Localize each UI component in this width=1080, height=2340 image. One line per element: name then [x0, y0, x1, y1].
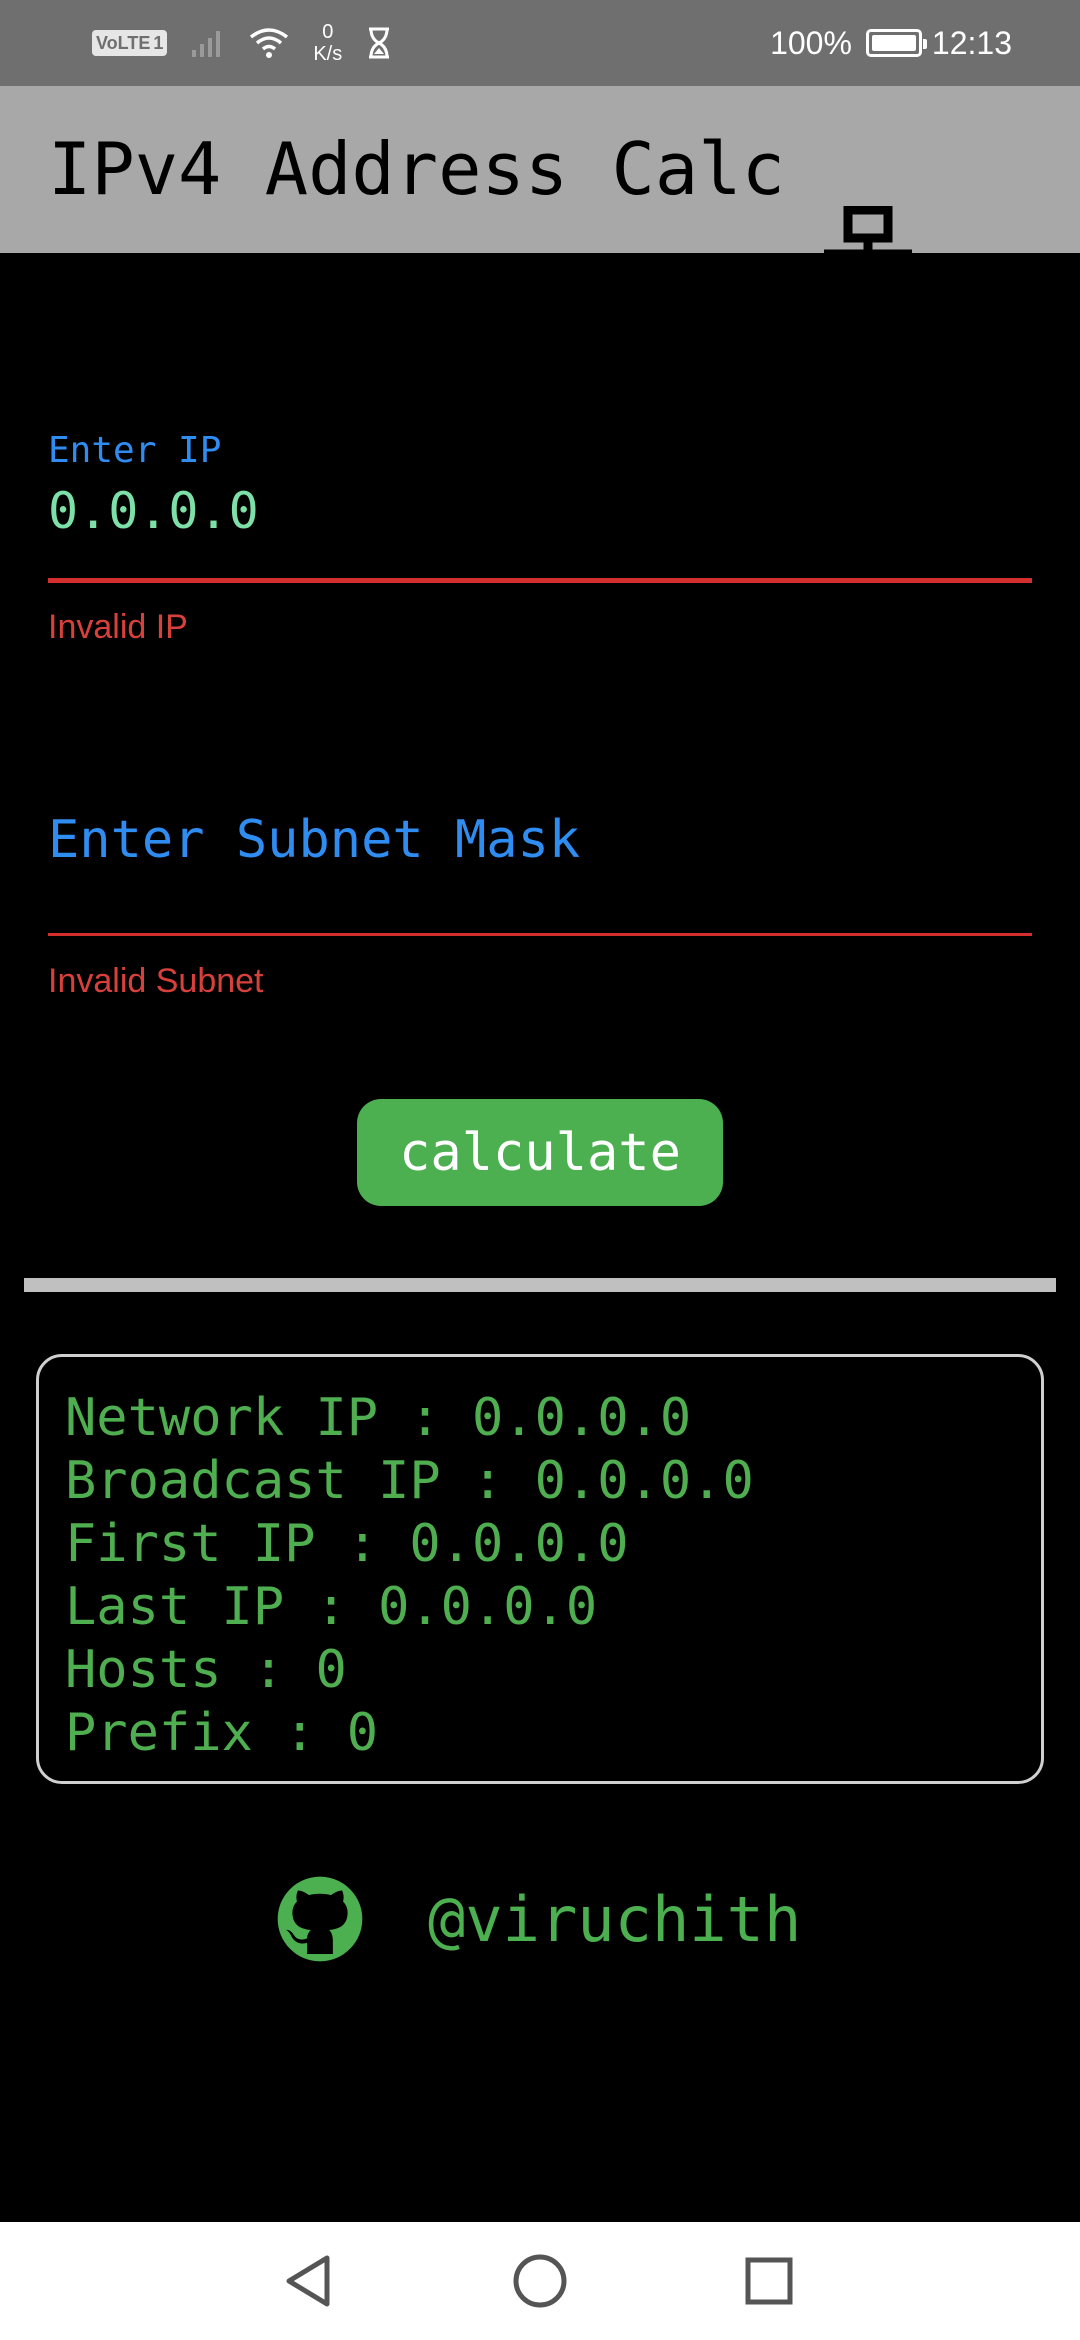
net-speed: 0 K/s — [313, 21, 342, 65]
github-link[interactable]: @viruchith — [274, 1873, 801, 1965]
nav-back-button[interactable] — [248, 2222, 368, 2340]
network-icon — [810, 206, 926, 299]
ip-input[interactable]: 0.0.0.0 — [48, 482, 259, 540]
subnet-field[interactable]: Enter Subnet Mask Invalid Subnet — [48, 800, 1032, 1010]
battery-icon — [865, 29, 927, 57]
nav-recents-button[interactable] — [709, 2222, 829, 2340]
volte-label: VoLTE — [96, 33, 151, 53]
result-hosts: Hosts : 0 — [65, 1640, 347, 1700]
ip-field[interactable]: Enter IP 0.0.0.0 Invalid IP — [48, 420, 1032, 650]
signal-icon — [192, 31, 221, 57]
calculate-button[interactable]: calculate — [357, 1099, 723, 1206]
app-bar: IPv4 Address Calc — [0, 86, 1080, 299]
status-right: 100% 12:13 — [770, 0, 1012, 86]
app-screen: VoLTE 1 0 K/s 100% 12:13 IPv4 Address Ca… — [0, 0, 1080, 2340]
github-icon[interactable] — [274, 1873, 366, 1965]
clock: 12:13 — [931, 24, 1012, 61]
result-prefix: Prefix : 0 — [65, 1703, 379, 1763]
battery-fill — [871, 35, 916, 51]
result-first-ip: First IP : 0.0.0.0 — [65, 1514, 629, 1574]
result-last-ip: Last IP : 0.0.0.0 — [65, 1577, 598, 1637]
result-network-ip: Network IP : 0.0.0.0 — [65, 1388, 692, 1448]
battery-percent: 100% — [770, 24, 852, 61]
result-broadcast-ip: Broadcast IP : 0.0.0.0 — [65, 1451, 754, 1511]
volte-badge: VoLTE 1 — [92, 30, 168, 56]
hourglass-icon — [369, 27, 390, 59]
subnet-input[interactable]: Enter Subnet Mask — [48, 810, 580, 870]
home-circle-icon — [513, 2254, 567, 2308]
ip-field-underline — [48, 578, 1032, 583]
system-nav-bar — [0, 2222, 1080, 2340]
wifi-icon — [250, 28, 289, 58]
status-left: VoLTE 1 0 K/s — [92, 0, 392, 86]
app-title: IPv4 Address Calc — [48, 127, 785, 211]
github-handle[interactable]: @viruchith — [428, 1883, 801, 1956]
back-triangle-icon — [286, 2255, 330, 2307]
ip-field-label: Enter IP — [48, 430, 222, 471]
sim-slot: 1 — [153, 33, 164, 53]
divider — [24, 1278, 1056, 1292]
subnet-field-underline — [48, 933, 1032, 936]
ip-error-text: Invalid IP — [48, 608, 188, 646]
nav-home-button[interactable] — [480, 2222, 600, 2340]
subnet-error-text: Invalid Subnet — [48, 962, 264, 1000]
net-speed-unit: K/s — [313, 43, 343, 65]
net-speed-value: 0 — [322, 21, 334, 43]
results-panel: Network IP : 0.0.0.0 Broadcast IP : 0.0.… — [36, 1354, 1044, 1784]
status-bar: VoLTE 1 0 K/s 100% 12:13 — [0, 0, 1080, 86]
recents-square-icon — [745, 2257, 793, 2305]
